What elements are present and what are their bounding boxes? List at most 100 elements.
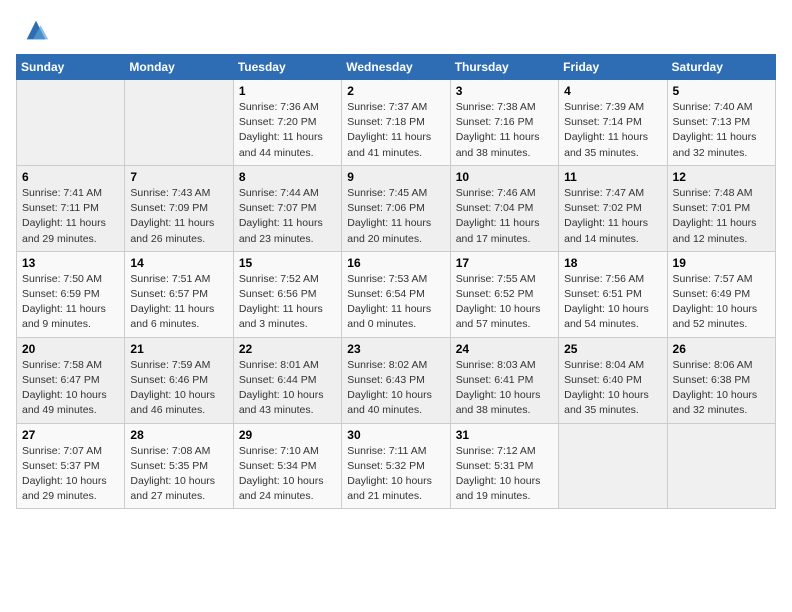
day-number: 9	[347, 170, 444, 184]
sunrise: Sunrise: 7:56 AM	[564, 272, 661, 287]
calendar-cell: 26 Sunrise: 8:06 AM Sunset: 6:38 PM Dayl…	[667, 337, 775, 423]
sunset: Sunset: 6:46 PM	[130, 373, 227, 388]
day-number: 8	[239, 170, 336, 184]
sunrise: Sunrise: 7:41 AM	[22, 186, 119, 201]
calendar-cell	[667, 423, 775, 509]
sunrise: Sunrise: 7:12 AM	[456, 444, 553, 459]
sunrise: Sunrise: 7:44 AM	[239, 186, 336, 201]
daylight: Daylight: 11 hours and 0 minutes.	[347, 302, 444, 332]
sunset: Sunset: 7:04 PM	[456, 201, 553, 216]
daylight: Daylight: 10 hours and 52 minutes.	[673, 302, 770, 332]
sunset: Sunset: 6:57 PM	[130, 287, 227, 302]
sunrise: Sunrise: 7:50 AM	[22, 272, 119, 287]
header-monday: Monday	[125, 55, 233, 80]
sunset: Sunset: 7:09 PM	[130, 201, 227, 216]
calendar-cell: 8 Sunrise: 7:44 AM Sunset: 7:07 PM Dayli…	[233, 165, 341, 251]
sunrise: Sunrise: 7:10 AM	[239, 444, 336, 459]
daylight: Daylight: 11 hours and 3 minutes.	[239, 302, 336, 332]
sunset: Sunset: 6:40 PM	[564, 373, 661, 388]
sunset: Sunset: 5:35 PM	[130, 459, 227, 474]
day-number: 20	[22, 342, 119, 356]
calendar-cell: 16 Sunrise: 7:53 AM Sunset: 6:54 PM Dayl…	[342, 251, 450, 337]
sunset: Sunset: 6:51 PM	[564, 287, 661, 302]
sunset: Sunset: 6:56 PM	[239, 287, 336, 302]
daylight: Daylight: 11 hours and 35 minutes.	[564, 130, 661, 160]
daylight: Daylight: 10 hours and 54 minutes.	[564, 302, 661, 332]
calendar-cell: 29 Sunrise: 7:10 AM Sunset: 5:34 PM Dayl…	[233, 423, 341, 509]
day-info: Sunrise: 7:39 AM Sunset: 7:14 PM Dayligh…	[564, 100, 661, 161]
calendar-cell: 22 Sunrise: 8:01 AM Sunset: 6:44 PM Dayl…	[233, 337, 341, 423]
day-number: 19	[673, 256, 770, 270]
sunrise: Sunrise: 7:11 AM	[347, 444, 444, 459]
calendar-cell: 19 Sunrise: 7:57 AM Sunset: 6:49 PM Dayl…	[667, 251, 775, 337]
sunset: Sunset: 6:43 PM	[347, 373, 444, 388]
daylight: Daylight: 11 hours and 26 minutes.	[130, 216, 227, 246]
calendar-cell: 1 Sunrise: 7:36 AM Sunset: 7:20 PM Dayli…	[233, 80, 341, 166]
calendar-cell: 15 Sunrise: 7:52 AM Sunset: 6:56 PM Dayl…	[233, 251, 341, 337]
calendar-cell: 31 Sunrise: 7:12 AM Sunset: 5:31 PM Dayl…	[450, 423, 558, 509]
header-wednesday: Wednesday	[342, 55, 450, 80]
sunset: Sunset: 7:06 PM	[347, 201, 444, 216]
day-info: Sunrise: 7:50 AM Sunset: 6:59 PM Dayligh…	[22, 272, 119, 333]
sunset: Sunset: 6:59 PM	[22, 287, 119, 302]
day-number: 10	[456, 170, 553, 184]
header-sunday: Sunday	[17, 55, 125, 80]
daylight: Daylight: 10 hours and 29 minutes.	[22, 474, 119, 504]
day-info: Sunrise: 7:36 AM Sunset: 7:20 PM Dayligh…	[239, 100, 336, 161]
calendar-cell: 3 Sunrise: 7:38 AM Sunset: 7:16 PM Dayli…	[450, 80, 558, 166]
sunset: Sunset: 7:13 PM	[673, 115, 770, 130]
day-number: 29	[239, 428, 336, 442]
day-info: Sunrise: 7:52 AM Sunset: 6:56 PM Dayligh…	[239, 272, 336, 333]
sunrise: Sunrise: 7:52 AM	[239, 272, 336, 287]
daylight: Daylight: 10 hours and 32 minutes.	[673, 388, 770, 418]
sunrise: Sunrise: 7:51 AM	[130, 272, 227, 287]
sunset: Sunset: 7:01 PM	[673, 201, 770, 216]
day-info: Sunrise: 7:48 AM Sunset: 7:01 PM Dayligh…	[673, 186, 770, 247]
sunset: Sunset: 5:37 PM	[22, 459, 119, 474]
day-info: Sunrise: 7:41 AM Sunset: 7:11 PM Dayligh…	[22, 186, 119, 247]
day-number: 18	[564, 256, 661, 270]
day-number: 6	[22, 170, 119, 184]
day-number: 3	[456, 84, 553, 98]
logo-icon	[22, 16, 50, 44]
day-info: Sunrise: 7:55 AM Sunset: 6:52 PM Dayligh…	[456, 272, 553, 333]
week-row-2: 6 Sunrise: 7:41 AM Sunset: 7:11 PM Dayli…	[17, 165, 776, 251]
daylight: Daylight: 10 hours and 24 minutes.	[239, 474, 336, 504]
day-number: 21	[130, 342, 227, 356]
day-info: Sunrise: 7:57 AM Sunset: 6:49 PM Dayligh…	[673, 272, 770, 333]
day-info: Sunrise: 7:10 AM Sunset: 5:34 PM Dayligh…	[239, 444, 336, 505]
day-number: 31	[456, 428, 553, 442]
sunrise: Sunrise: 8:06 AM	[673, 358, 770, 373]
day-info: Sunrise: 7:46 AM Sunset: 7:04 PM Dayligh…	[456, 186, 553, 247]
calendar-cell: 28 Sunrise: 7:08 AM Sunset: 5:35 PM Dayl…	[125, 423, 233, 509]
calendar-cell	[559, 423, 667, 509]
day-info: Sunrise: 7:45 AM Sunset: 7:06 PM Dayligh…	[347, 186, 444, 247]
sunrise: Sunrise: 8:03 AM	[456, 358, 553, 373]
day-info: Sunrise: 7:07 AM Sunset: 5:37 PM Dayligh…	[22, 444, 119, 505]
sunrise: Sunrise: 7:07 AM	[22, 444, 119, 459]
sunrise: Sunrise: 7:58 AM	[22, 358, 119, 373]
sunrise: Sunrise: 7:48 AM	[673, 186, 770, 201]
day-number: 22	[239, 342, 336, 356]
daylight: Daylight: 10 hours and 43 minutes.	[239, 388, 336, 418]
calendar-cell	[125, 80, 233, 166]
day-number: 27	[22, 428, 119, 442]
calendar-cell: 17 Sunrise: 7:55 AM Sunset: 6:52 PM Dayl…	[450, 251, 558, 337]
daylight: Daylight: 10 hours and 46 minutes.	[130, 388, 227, 418]
day-number: 28	[130, 428, 227, 442]
header-row: SundayMondayTuesdayWednesdayThursdayFrid…	[17, 55, 776, 80]
day-number: 5	[673, 84, 770, 98]
day-number: 7	[130, 170, 227, 184]
calendar-cell: 30 Sunrise: 7:11 AM Sunset: 5:32 PM Dayl…	[342, 423, 450, 509]
calendar-cell: 12 Sunrise: 7:48 AM Sunset: 7:01 PM Dayl…	[667, 165, 775, 251]
sunset: Sunset: 6:49 PM	[673, 287, 770, 302]
day-info: Sunrise: 7:58 AM Sunset: 6:47 PM Dayligh…	[22, 358, 119, 419]
day-number: 23	[347, 342, 444, 356]
daylight: Daylight: 10 hours and 49 minutes.	[22, 388, 119, 418]
day-info: Sunrise: 7:11 AM Sunset: 5:32 PM Dayligh…	[347, 444, 444, 505]
calendar-cell: 13 Sunrise: 7:50 AM Sunset: 6:59 PM Dayl…	[17, 251, 125, 337]
sunrise: Sunrise: 7:08 AM	[130, 444, 227, 459]
sunset: Sunset: 5:31 PM	[456, 459, 553, 474]
week-row-5: 27 Sunrise: 7:07 AM Sunset: 5:37 PM Dayl…	[17, 423, 776, 509]
day-number: 4	[564, 84, 661, 98]
